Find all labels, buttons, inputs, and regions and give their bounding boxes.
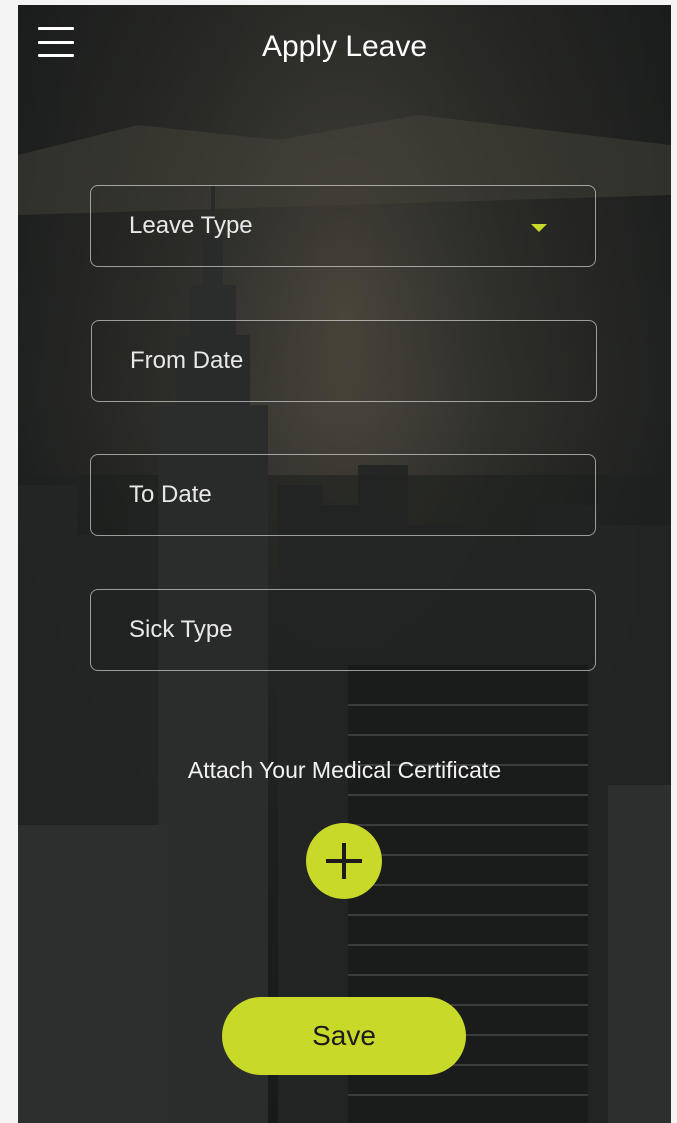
from-date-placeholder: From Date	[130, 347, 244, 374]
leave-type-dropdown[interactable]: Leave Type	[90, 185, 596, 267]
sick-type-placeholder: Sick Type	[129, 616, 233, 643]
dropdown-caret-icon	[531, 224, 547, 232]
attach-certificate-button[interactable]	[306, 823, 382, 899]
to-date-field[interactable]: To Date	[90, 454, 596, 536]
from-date-field[interactable]: From Date	[91, 320, 597, 402]
to-date-placeholder: To Date	[129, 481, 212, 508]
save-button[interactable]: Save	[222, 997, 466, 1075]
app-screen: Apply Leave Leave Type From Date To Date…	[18, 5, 671, 1123]
leave-type-placeholder: Leave Type	[129, 212, 253, 239]
plus-icon-vertical	[342, 843, 346, 879]
city-skyline-background	[18, 115, 671, 1123]
sick-type-field[interactable]: Sick Type	[90, 589, 596, 671]
attach-certificate-label: Attach Your Medical Certificate	[187, 757, 502, 783]
page-title: Apply Leave	[261, 30, 428, 63]
